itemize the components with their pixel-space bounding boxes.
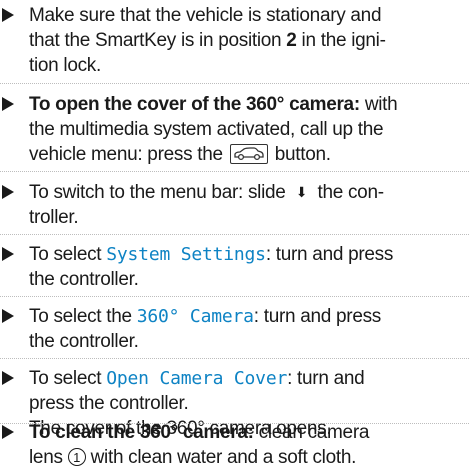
step-line: Make sure that the vehicle is stationary… xyxy=(29,5,382,26)
step-line: press the controller. xyxy=(29,393,189,414)
step-line: the multimedia system activated, call up… xyxy=(29,119,384,140)
step-line: To open the cover of the 360° camera: wi… xyxy=(29,94,398,115)
step-heading: To clean the 360° camera: xyxy=(29,422,254,443)
vehicle-button-icon xyxy=(229,144,268,164)
bullet-arrow-icon xyxy=(2,97,14,111)
step-heading: To open the cover of the 360° camera: xyxy=(29,94,360,115)
bullet-arrow-icon xyxy=(2,371,14,385)
divider xyxy=(0,171,469,172)
instruction-page: Make sure that the vehicle is stationary… xyxy=(0,0,469,470)
step-line: the controller. xyxy=(29,331,139,352)
menu-item-open-camera-cover: Open Camera Cover xyxy=(106,368,288,389)
step-line: tion lock. xyxy=(29,55,101,76)
divider xyxy=(0,83,469,84)
step-line: To select System Settings: turn and pres… xyxy=(29,244,394,265)
step-line: To switch to the menu bar: slide ⬇ the c… xyxy=(29,182,384,203)
step-line: To select the 360° Camera: turn and pres… xyxy=(29,306,381,327)
step-line: To select Open Camera Cover: turn and xyxy=(29,368,365,389)
step-line: that the SmartKey is in position 2 in th… xyxy=(29,30,386,51)
bullet-arrow-icon xyxy=(2,8,14,22)
step-line: lens 1 with clean water and a soft cloth… xyxy=(29,447,357,468)
menu-item-system-settings: System Settings xyxy=(106,244,266,265)
step-line: the controller. xyxy=(29,269,139,290)
step-line: vehicle menu: press the button. xyxy=(29,144,331,165)
step-line: To clean the 360° camera: clean camera xyxy=(29,422,370,443)
bullet-arrow-icon xyxy=(2,309,14,323)
bullet-arrow-icon xyxy=(2,185,14,199)
slide-down-arrow-icon: ⬇ xyxy=(295,184,308,200)
step-line: troller. xyxy=(29,207,79,228)
callout-marker: 1 xyxy=(67,448,86,466)
menu-item-360-camera: 360° Camera xyxy=(136,306,254,327)
divider xyxy=(0,234,469,235)
divider xyxy=(0,296,469,297)
divider xyxy=(0,358,469,359)
bullet-arrow-icon xyxy=(2,425,14,439)
bullet-arrow-icon xyxy=(2,247,14,261)
